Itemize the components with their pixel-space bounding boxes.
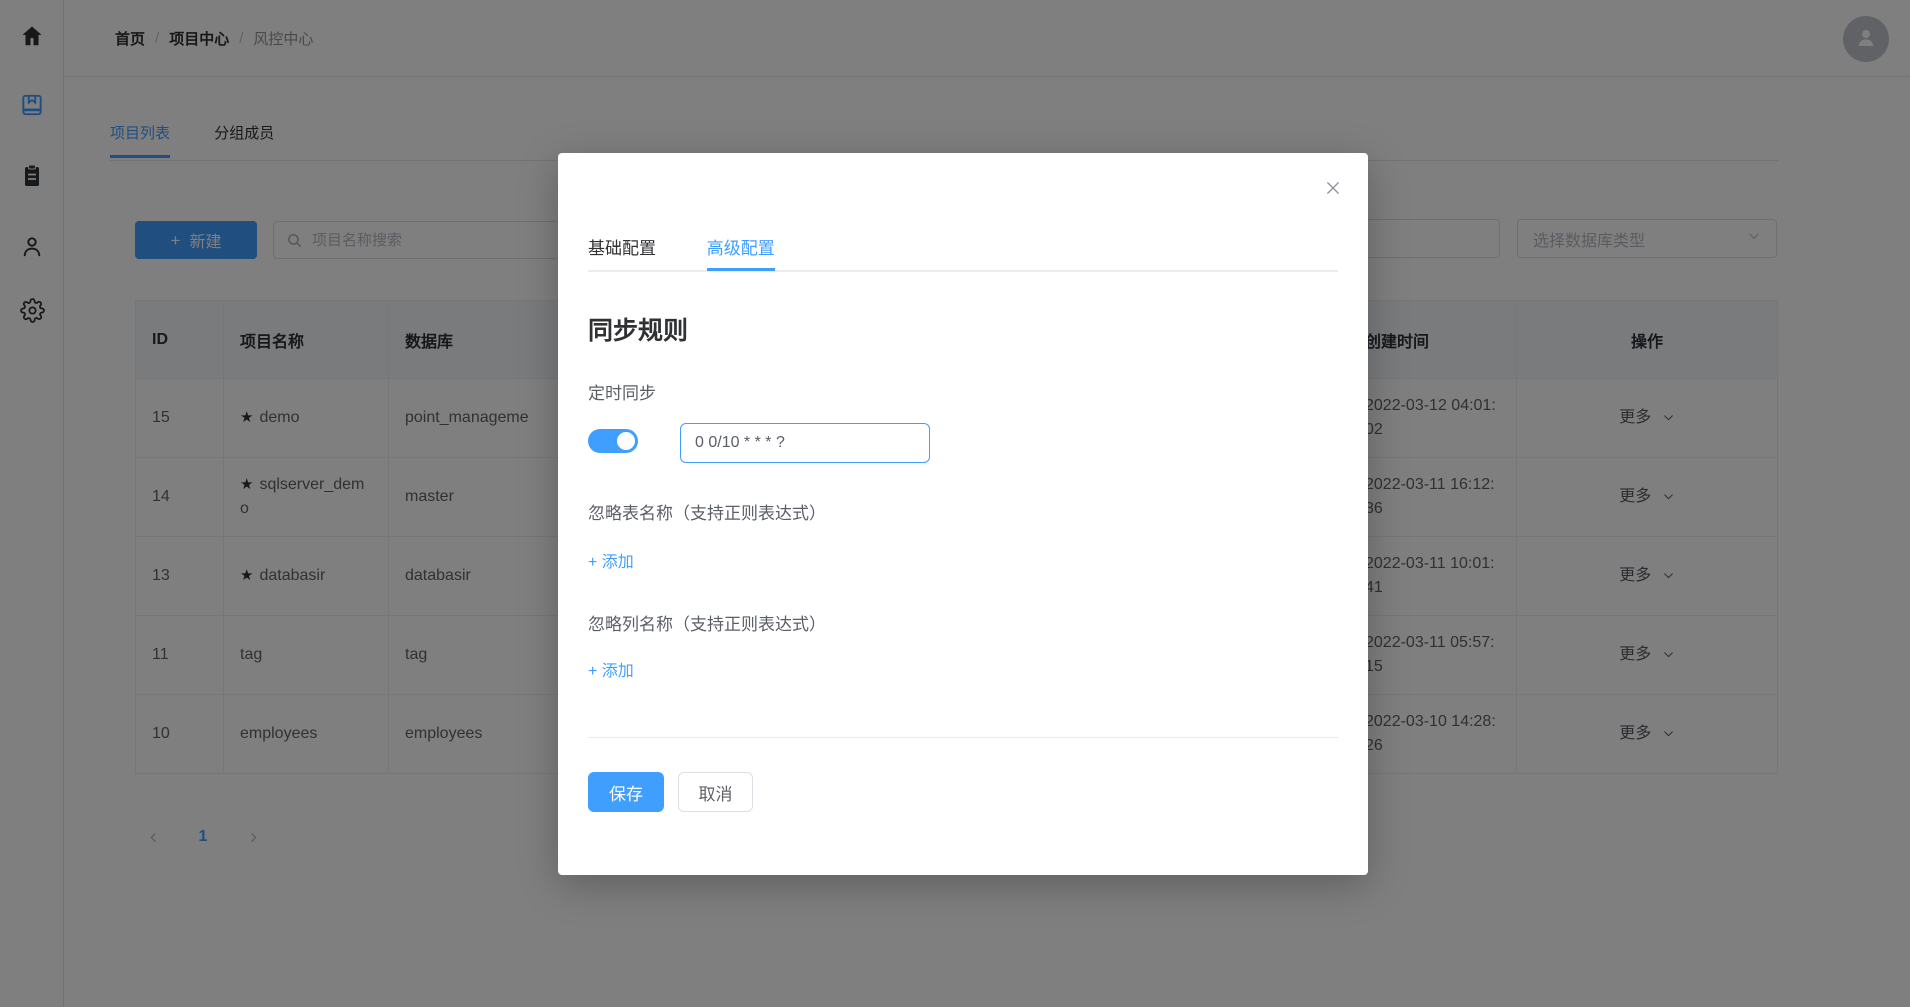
cancel-button[interactable]: 取消 xyxy=(678,772,753,812)
tab-advanced-config[interactable]: 高级配置 xyxy=(706,240,775,271)
cron-expression-input[interactable] xyxy=(680,423,930,463)
sync-rules-title: 同步规则 xyxy=(588,317,689,345)
save-button[interactable]: 保存 xyxy=(588,772,664,812)
add-ignore-table-link[interactable]: + 添加 xyxy=(588,548,634,572)
cron-sync-label: 定时同步 xyxy=(588,384,656,403)
footer-divider xyxy=(588,737,1338,738)
ignore-columns-label: 忽略列名称（支持正则表达式） xyxy=(588,615,826,634)
ignore-tables-label: 忽略表名称（支持正则表达式） xyxy=(588,504,826,523)
tab-basic-config[interactable]: 基础配置 xyxy=(588,240,656,270)
sync-config-dialog: 基础配置 高级配置 同步规则 定时同步 忽略表名称（支持正则表达式） + 添加 … xyxy=(558,153,1368,875)
toggle-knob xyxy=(617,432,635,450)
add-ignore-column-link[interactable]: + 添加 xyxy=(588,657,634,681)
close-icon[interactable] xyxy=(1324,179,1342,197)
dialog-tabs: 基础配置 高级配置 xyxy=(588,239,1338,272)
cron-sync-toggle[interactable] xyxy=(588,429,638,453)
